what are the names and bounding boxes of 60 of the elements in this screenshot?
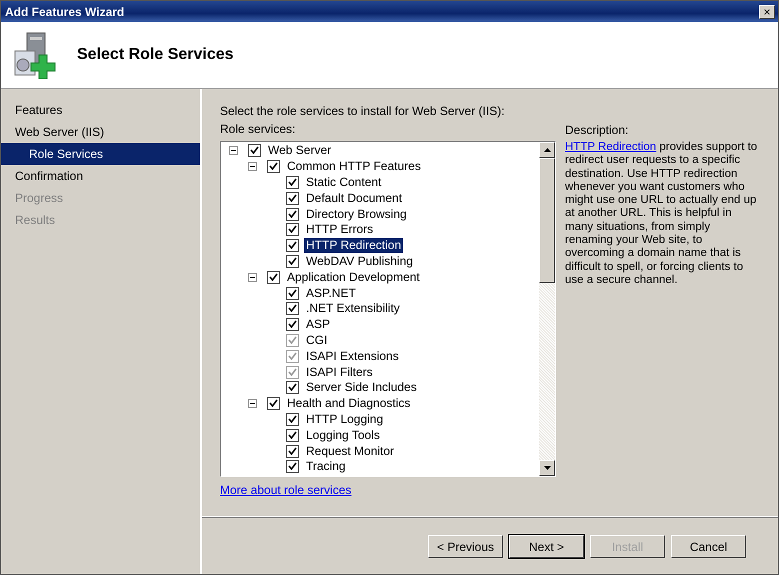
collapse-icon[interactable] <box>229 146 238 156</box>
sidebar-item[interactable]: Confirmation <box>1 165 200 187</box>
checkbox[interactable] <box>267 270 280 284</box>
tree-item[interactable]: HTTP Logging <box>304 412 386 427</box>
checkbox[interactable] <box>286 428 299 442</box>
tree-item[interactable]: Tracing <box>304 459 348 474</box>
checkbox[interactable] <box>286 381 299 394</box>
description-label: Description: <box>565 123 630 139</box>
scrollbar[interactable] <box>539 142 555 476</box>
checkbox[interactable] <box>286 318 299 332</box>
collapse-icon[interactable] <box>248 399 257 408</box>
checkbox[interactable] <box>286 302 299 316</box>
checkbox[interactable] <box>286 444 299 458</box>
tree-item[interactable]: Request Monitor <box>304 444 396 459</box>
collapse-icon[interactable] <box>248 162 257 172</box>
tree-item[interactable]: ASP <box>304 317 332 332</box>
role-services-label: Role services: <box>220 121 296 138</box>
checkbox[interactable] <box>248 144 261 158</box>
sidebar-item[interactable]: Features <box>1 99 200 121</box>
tree-item[interactable]: Web Server <box>266 143 334 158</box>
tree-item[interactable]: Application Development <box>285 270 422 285</box>
checkbox[interactable] <box>286 239 299 252</box>
wizard-button[interactable]: < Previous <box>428 535 503 558</box>
scroll-thumb[interactable] <box>539 158 555 283</box>
checkbox[interactable] <box>286 192 299 205</box>
tree-item[interactable]: Health and Diagnostics <box>285 396 412 412</box>
description-text: HTTP Redirection provides support to redirect user requests to a specific destination. Use HTTP redirection whenever you want customers who might use one URL to actually end up at another URL. This is helpful in many situations, from simply renaming your Web site, to overcoming a domain name that is difficult to spell, or forcing clients to use a secure channel. <box>565 141 758 288</box>
checkbox[interactable] <box>286 460 299 474</box>
instruction-text: Select the role services to install for Web Server (IIS): <box>220 103 506 120</box>
tree-item[interactable]: HTTP Redirection <box>304 238 404 254</box>
page-title: Select Role Services <box>77 46 234 64</box>
tree-item[interactable]: Static Content <box>304 174 384 190</box>
collapse-icon[interactable] <box>248 272 257 282</box>
scroll-down-icon[interactable] <box>539 460 555 476</box>
tree-item[interactable]: Server Side Includes <box>304 380 419 396</box>
checkbox[interactable] <box>267 397 280 410</box>
sidebar-item[interactable]: Web Server (IIS) <box>1 121 200 143</box>
checkbox[interactable] <box>286 223 299 236</box>
tree-item[interactable]: WebDAV Publishing <box>304 254 415 269</box>
tree-item[interactable]: Common HTTP Features <box>285 159 423 174</box>
close-button[interactable]: × <box>759 4 775 18</box>
wizard-button[interactable]: Cancel <box>671 535 746 558</box>
tree-item[interactable]: Default Document <box>304 190 404 206</box>
checkbox[interactable] <box>286 254 299 268</box>
tree-item[interactable]: ASP.NET <box>304 286 358 301</box>
more-about-link[interactable]: More about role services <box>220 483 352 497</box>
window-title: Add Features Wizard <box>5 4 124 18</box>
checkbox[interactable] <box>286 412 299 426</box>
checkbox[interactable] <box>267 160 280 174</box>
http-redirection-link[interactable]: HTTP Redirection <box>565 141 656 153</box>
tree-item[interactable]: Directory Browsing <box>304 206 409 222</box>
tree-item[interactable]: Logging Tools <box>304 428 382 443</box>
tree-item[interactable]: .NET Extensibility <box>304 301 402 316</box>
sidebar-item[interactable]: Role Services <box>1 143 200 165</box>
checkbox[interactable] <box>286 176 299 189</box>
tree-item[interactable]: HTTP Errors <box>304 222 376 238</box>
wizard-button[interactable]: Next > <box>509 535 584 558</box>
checkbox[interactable] <box>286 208 299 221</box>
scroll-up-icon[interactable] <box>539 142 555 158</box>
checkbox[interactable] <box>286 286 299 300</box>
